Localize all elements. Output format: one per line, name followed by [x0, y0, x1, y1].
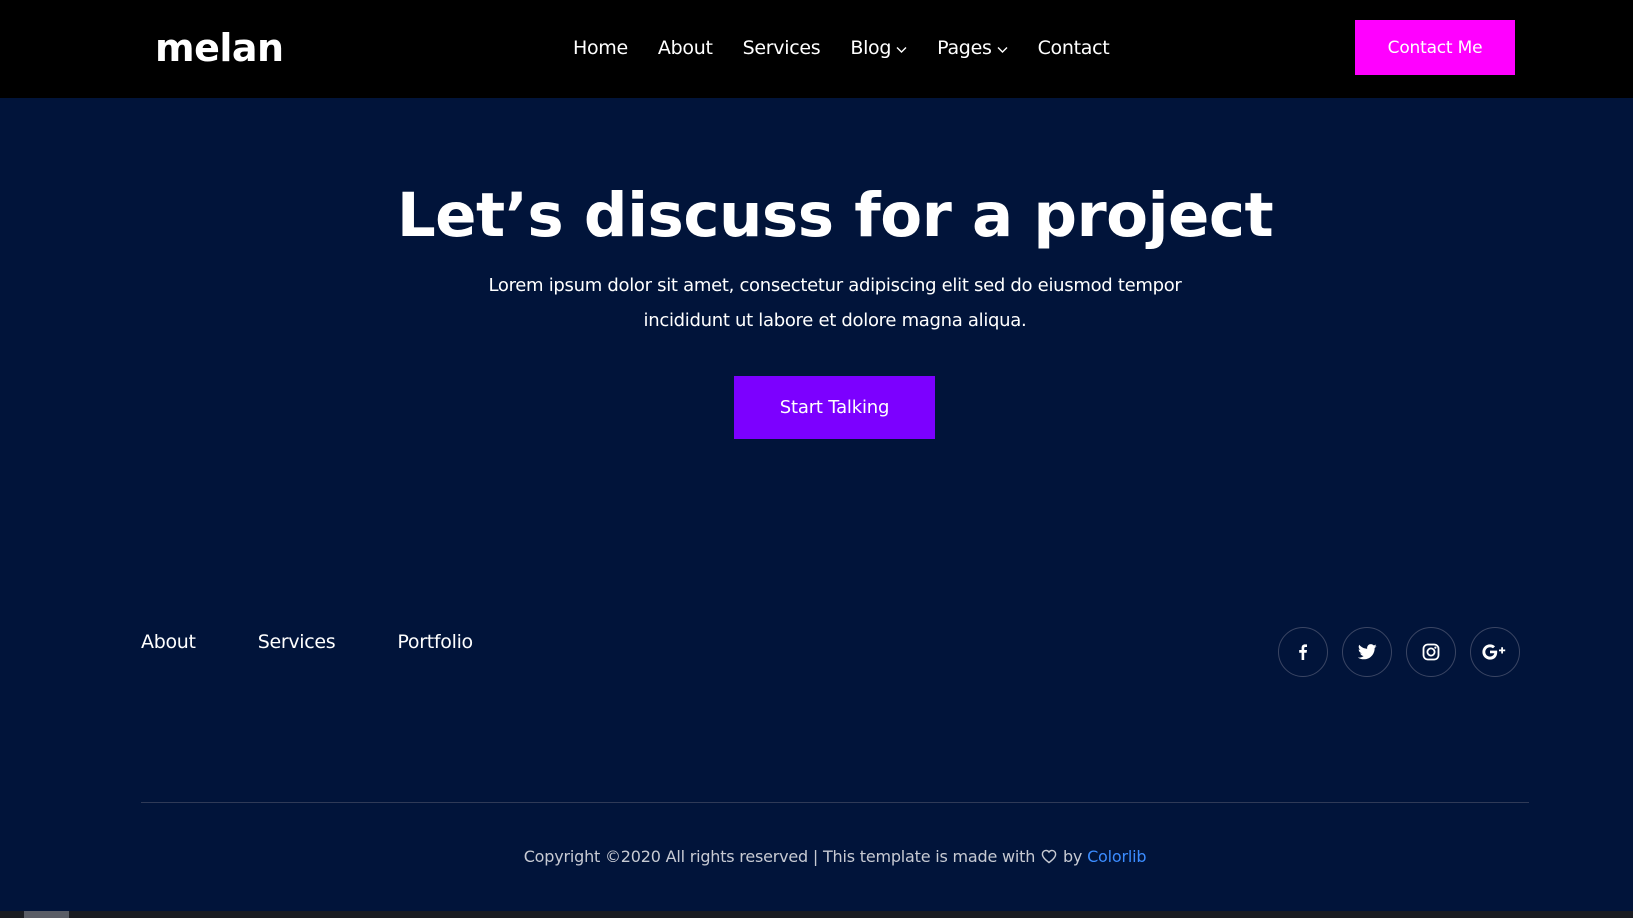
main-nav: Home About Services Blog Pages Contact [573, 33, 1110, 63]
nav-item-label: Services [742, 37, 821, 59]
nav-item-label: Home [573, 37, 628, 59]
instagram-icon [1422, 643, 1440, 661]
nav-item-label: Contact [1037, 37, 1110, 59]
heart-icon [1041, 845, 1057, 873]
twitter-icon [1357, 644, 1377, 660]
copyright-prefix: Copyright ©2020 All rights reserved | Th… [523, 847, 1036, 866]
copyright-text: Copyright ©2020 All rights reserved | Th… [0, 843, 1633, 873]
facebook-button[interactable] [1278, 627, 1328, 677]
nav-item-label: About [657, 37, 713, 59]
hero-description: Lorem ipsum dolor sit amet, consectetur … [488, 275, 1182, 331]
colorlib-link[interactable]: Colorlib [1087, 847, 1146, 866]
contact-me-button[interactable]: Contact Me [1355, 20, 1515, 75]
social-links [1278, 627, 1520, 677]
facebook-icon [1294, 643, 1312, 661]
footer-divider [141, 802, 1529, 803]
scrollbar-thumb[interactable] [24, 911, 69, 918]
site-logo[interactable]: melan [155, 24, 284, 72]
site-header: melan Home About Services Blog Pages Con… [0, 0, 1633, 98]
twitter-button[interactable] [1342, 627, 1392, 677]
hero-title: Let’s discuss for a project [396, 180, 1274, 251]
chevron-down-icon [997, 44, 1008, 55]
google-plus-button[interactable] [1470, 627, 1520, 677]
google-plus-icon [1482, 644, 1508, 660]
start-talking-button[interactable]: Start Talking [734, 376, 935, 439]
copyright-by: by [1062, 847, 1083, 866]
footer-link-services[interactable]: Services [258, 628, 336, 656]
footer-link-portfolio[interactable]: Portfolio [397, 628, 473, 656]
nav-item-pages[interactable]: Pages [937, 33, 1008, 63]
footer-links: About Services Portfolio [141, 628, 473, 656]
chevron-down-icon [896, 44, 907, 55]
nav-item-label: Blog [850, 37, 892, 59]
instagram-button[interactable] [1406, 627, 1456, 677]
nav-item-about[interactable]: About [658, 33, 713, 63]
nav-item-contact[interactable]: Contact [1038, 33, 1110, 63]
nav-item-home[interactable]: Home [573, 33, 628, 63]
horizontal-scrollbar[interactable] [0, 911, 1633, 918]
nav-item-blog[interactable]: Blog [850, 33, 907, 63]
nav-item-label: Pages [937, 37, 992, 59]
nav-item-services[interactable]: Services [743, 33, 821, 63]
footer-link-about[interactable]: About [141, 628, 196, 656]
